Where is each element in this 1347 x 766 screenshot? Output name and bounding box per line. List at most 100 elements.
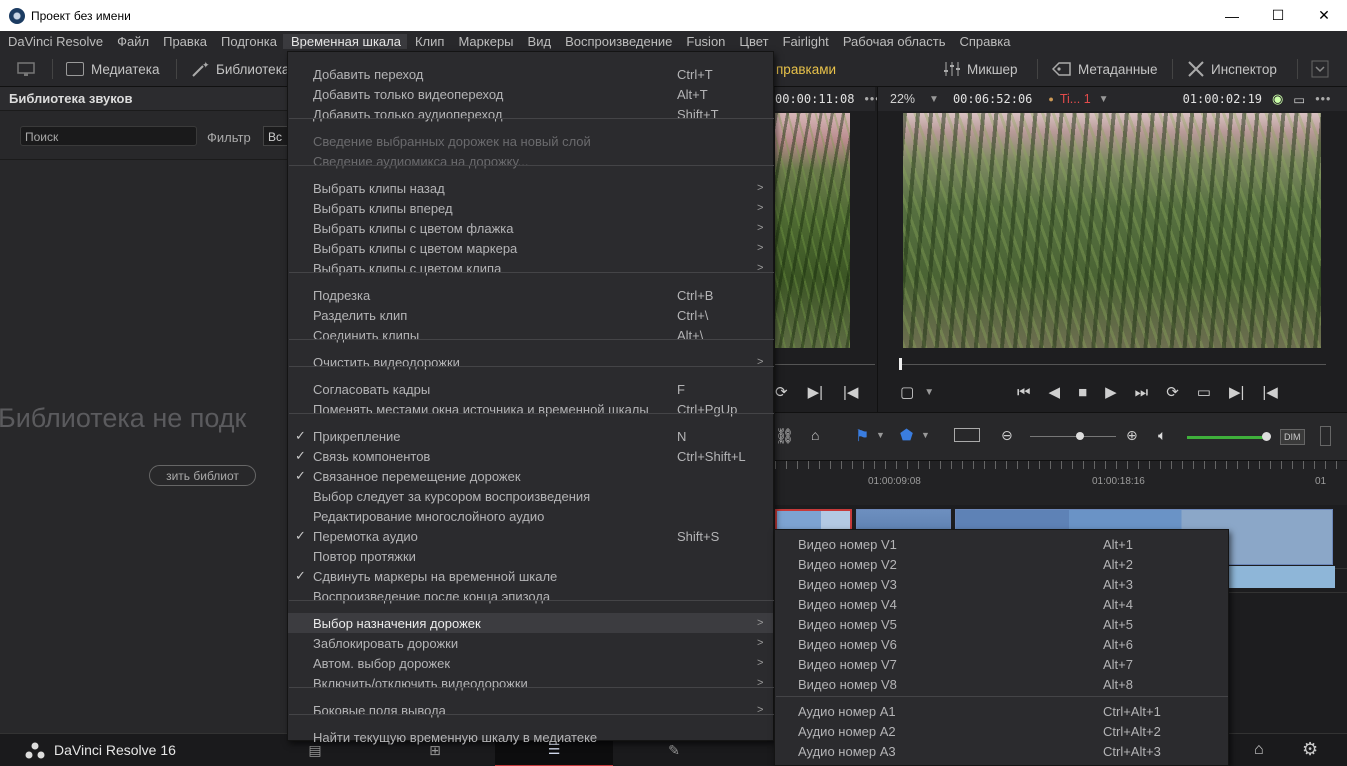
- viewer-mode-icon[interactable]: ▭: [1293, 92, 1305, 107]
- timeline-menu-item[interactable]: Поменять местами окна источника и времен…: [288, 399, 773, 419]
- prev-edit-icon[interactable]: |◀: [1262, 383, 1277, 401]
- timeline-ruler[interactable]: 01:00:09:08 01:00:18:16 01: [775, 460, 1347, 505]
- track-destination-item[interactable]: Видео номер V4 Alt+4: [775, 594, 1228, 614]
- home-icon[interactable]: ⌂: [1254, 741, 1264, 759]
- timeline-menu-item[interactable]: Автом. выбор дорожек >: [288, 653, 773, 673]
- menu-trim[interactable]: Подгонка: [213, 34, 283, 49]
- metadata-button[interactable]: Метаданные: [1052, 51, 1158, 87]
- meter-toggle-icon[interactable]: [1320, 426, 1331, 446]
- menu-file[interactable]: Файл: [109, 34, 155, 49]
- playhead-marker[interactable]: [899, 358, 902, 370]
- timeline-menu-item[interactable]: Добавить переход Ctrl+T: [288, 64, 773, 84]
- stop-icon[interactable]: ■: [1078, 384, 1087, 401]
- go-to-end-icon[interactable]: ⏭: [1135, 384, 1149, 401]
- timeline-view-options-icon[interactable]: [954, 428, 980, 442]
- connect-library-button[interactable]: зить библиот: [149, 465, 256, 486]
- sound-library-search-input[interactable]: Поиск: [20, 126, 197, 146]
- timeline-menu-item[interactable]: ✓ Перемотка аудио Shift+S: [288, 526, 773, 546]
- volume-slider[interactable]: [1187, 436, 1267, 439]
- loop-icon[interactable]: ⟳: [775, 383, 788, 401]
- track-destination-item[interactable]: Видео номер V7 Alt+7: [775, 654, 1228, 674]
- timeline-menu-item[interactable]: Включить/отключить видеодорожки >: [288, 673, 773, 693]
- effects-library-button[interactable]: ✦ Библиотека: [190, 51, 289, 87]
- collapse-panel-icon[interactable]: [1311, 51, 1329, 87]
- timeline-menu-item[interactable]: ✓ Прикрепление N: [288, 426, 773, 446]
- timeline-menu-item[interactable]: Выбрать клипы с цветом клипа >: [288, 258, 773, 278]
- timeline-menu-item[interactable]: Добавить только видеопереход Alt+T: [288, 84, 773, 104]
- marker-icon[interactable]: ⬟: [900, 426, 913, 444]
- marker-chevron-icon[interactable]: ▼: [921, 430, 930, 440]
- timeline-menu-item[interactable]: Согласовать кадры F: [288, 379, 773, 399]
- match-frame-icon[interactable]: ▭: [1197, 383, 1211, 401]
- track-destination-item[interactable]: Аудио номер A1 Ctrl+Alt+1: [775, 701, 1228, 721]
- go-to-start-icon[interactable]: ⏮: [1017, 384, 1031, 401]
- panel-toggle-icon[interactable]: [16, 51, 36, 87]
- timeline-menu-item[interactable]: ✓ Сдвинуть маркеры на временной шкале: [288, 566, 773, 586]
- menu-view[interactable]: Вид: [520, 34, 558, 49]
- viewer-frame-icon[interactable]: ▢: [900, 383, 914, 401]
- zoom-select[interactable]: 22%: [890, 92, 915, 106]
- timeline-menu-item[interactable]: Выбрать клипы с цветом маркера >: [288, 238, 773, 258]
- color-wheel-icon[interactable]: ◉: [1272, 91, 1283, 107]
- menu-fusion[interactable]: Fusion: [678, 34, 731, 49]
- edit-index-button[interactable]: правками: [776, 51, 836, 87]
- timeline-menu-item[interactable]: Редактирование многослойного аудио: [288, 506, 773, 526]
- track-destination-item[interactable]: Видео номер V8 Alt+8: [775, 674, 1228, 694]
- maximize-button[interactable]: ☐: [1255, 0, 1301, 31]
- menu-workspace[interactable]: Рабочая область: [835, 34, 952, 49]
- timeline-menu-item[interactable]: Разделить клип Ctrl+\: [288, 305, 773, 325]
- lock-icon[interactable]: ⌂: [811, 427, 819, 443]
- loop-playback-icon[interactable]: ⟳: [1166, 383, 1179, 401]
- track-destination-item[interactable]: Аудио номер A3 Ctrl+Alt+3: [775, 741, 1228, 761]
- viewer-frame-chevron-icon[interactable]: ▼: [924, 387, 934, 398]
- timeline-menu-item[interactable]: ✓ Связь компонентов Ctrl+Shift+L: [288, 446, 773, 466]
- track-destination-item[interactable]: Видео номер V3 Alt+3: [775, 574, 1228, 594]
- volume-slider-handle[interactable]: [1262, 432, 1271, 441]
- timeline-menu-item[interactable]: Добавить только аудиопереход Shift+T: [288, 104, 773, 124]
- zoom-out-icon[interactable]: ⊖: [1001, 427, 1013, 444]
- timeline-menu-item[interactable]: Найти текущую временную шкалу в медиатек…: [288, 727, 773, 747]
- source-video-frame[interactable]: [775, 113, 850, 348]
- timeline-menu-item[interactable]: Выбрать клипы назад >: [288, 178, 773, 198]
- timeline-menu-item[interactable]: Выбор следует за курсором воспроизведени…: [288, 486, 773, 506]
- timeline-menu-item[interactable]: Воспроизведение после конца эпизода: [288, 586, 773, 606]
- timeline-menu-item[interactable]: Выбор назначения дорожек >: [288, 613, 773, 633]
- menu-fairlight[interactable]: Fairlight: [775, 34, 835, 49]
- zoom-slider[interactable]: [1030, 436, 1116, 437]
- next-edit-icon[interactable]: ▶|: [1229, 383, 1244, 401]
- timeline-menu-item[interactable]: Боковые поля вывода >: [288, 700, 773, 720]
- next-frame-icon[interactable]: ▶|: [808, 383, 823, 401]
- mixer-button[interactable]: Микшер: [943, 51, 1018, 87]
- menu-playback[interactable]: Воспроизведение: [557, 34, 678, 49]
- minimize-button[interactable]: —: [1209, 0, 1255, 31]
- timeline-menu-item[interactable]: Выбрать клипы с цветом флажка >: [288, 218, 773, 238]
- link-icon[interactable]: ⛓: [775, 427, 794, 445]
- timeline-menu-item[interactable]: Заблокировать дорожки >: [288, 633, 773, 653]
- track-destination-item[interactable]: Видео номер V1 Alt+1: [775, 534, 1228, 554]
- zoom-slider-handle[interactable]: [1076, 432, 1084, 440]
- inspector-button[interactable]: Инспектор: [1187, 51, 1277, 87]
- track-destination-item[interactable]: Видео номер V2 Alt+2: [775, 554, 1228, 574]
- timeline-menu-item[interactable]: Подрезка Ctrl+B: [288, 285, 773, 305]
- source-scrub-bar[interactable]: [775, 364, 875, 365]
- flag-chevron-icon[interactable]: ▼: [876, 430, 885, 440]
- track-destination-item[interactable]: Видео номер V5 Alt+5: [775, 614, 1228, 634]
- close-button[interactable]: ✕: [1301, 0, 1347, 31]
- play-icon[interactable]: ▶: [1105, 383, 1117, 401]
- flag-icon[interactable]: ⚑: [855, 426, 869, 446]
- timeline-menu-item[interactable]: ✓ Связанное перемещение дорожек: [288, 466, 773, 486]
- track-destination-item[interactable]: Видео номер V6 Alt+6: [775, 634, 1228, 654]
- timeline-menu-item[interactable]: Выбрать клипы вперед >: [288, 198, 773, 218]
- mark-in-icon[interactable]: |◀: [843, 383, 858, 401]
- menu-davinci[interactable]: DaVinci Resolve: [0, 34, 109, 49]
- media-pool-button[interactable]: Медиатека: [66, 51, 160, 87]
- menu-clip[interactable]: Клип: [407, 34, 450, 49]
- play-reverse-icon[interactable]: ◀: [1049, 383, 1061, 401]
- timeline-video-frame[interactable]: [903, 113, 1321, 348]
- menu-edit[interactable]: Правка: [155, 34, 213, 49]
- speaker-icon[interactable]: 🔈︎: [1158, 427, 1166, 444]
- menu-markers[interactable]: Маркеры: [450, 34, 519, 49]
- timeline-options-icon[interactable]: •••: [1315, 92, 1331, 106]
- track-destination-item[interactable]: Аудио номер A2 Ctrl+Alt+2: [775, 721, 1228, 741]
- menu-color[interactable]: Цвет: [731, 34, 774, 49]
